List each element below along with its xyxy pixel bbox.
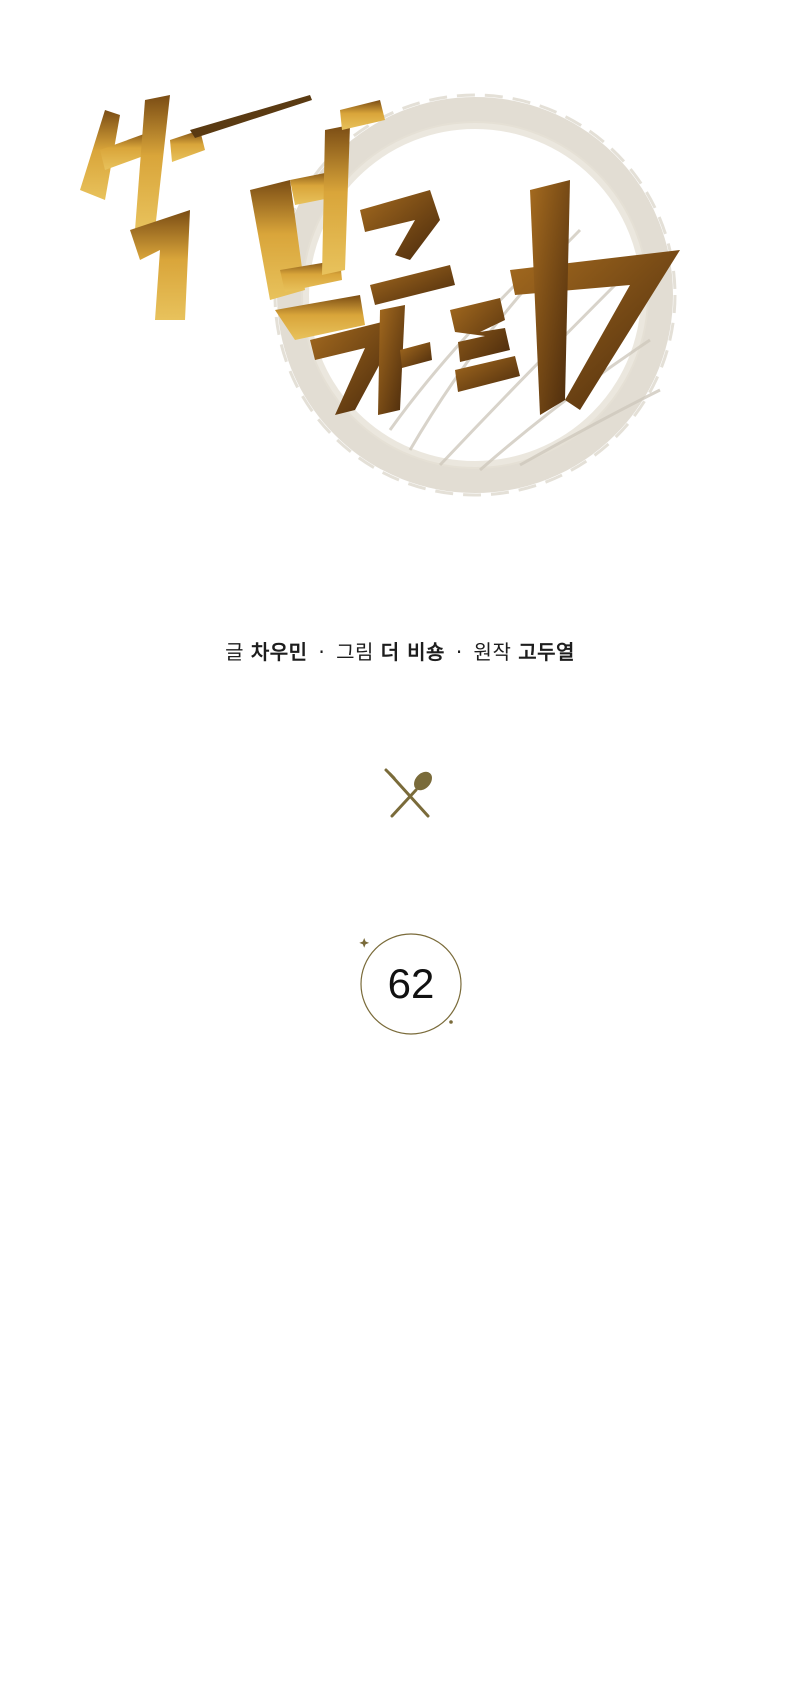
- chapter-badge: 62: [355, 928, 467, 1040]
- credits-line: 글 차우민 · 그림 더 비숑 · 원작 고두열: [0, 636, 800, 665]
- writer-name: 차우민: [250, 640, 308, 664]
- writer-role: 글: [225, 640, 244, 664]
- calligraphy-logo-icon: [80, 93, 680, 497]
- artist-name: 더 비숑: [380, 640, 445, 664]
- episode-title-page: 글 차우민 · 그림 더 비숑 · 원작 고두열 62: [0, 0, 800, 1688]
- logo-char-go: [360, 190, 455, 305]
- series-logo: [60, 70, 740, 560]
- brush-flick: [190, 95, 312, 138]
- logo-char-bap: [80, 95, 205, 320]
- fork-and-spoon-icon: [380, 766, 440, 826]
- chapter-number: 62: [387, 960, 435, 1007]
- original-name: 고두열: [518, 640, 575, 664]
- artist-role: 그림: [336, 640, 374, 664]
- separator-dot: ·: [455, 640, 463, 664]
- original-role: 원작: [473, 640, 512, 664]
- separator-dot: ·: [318, 640, 326, 664]
